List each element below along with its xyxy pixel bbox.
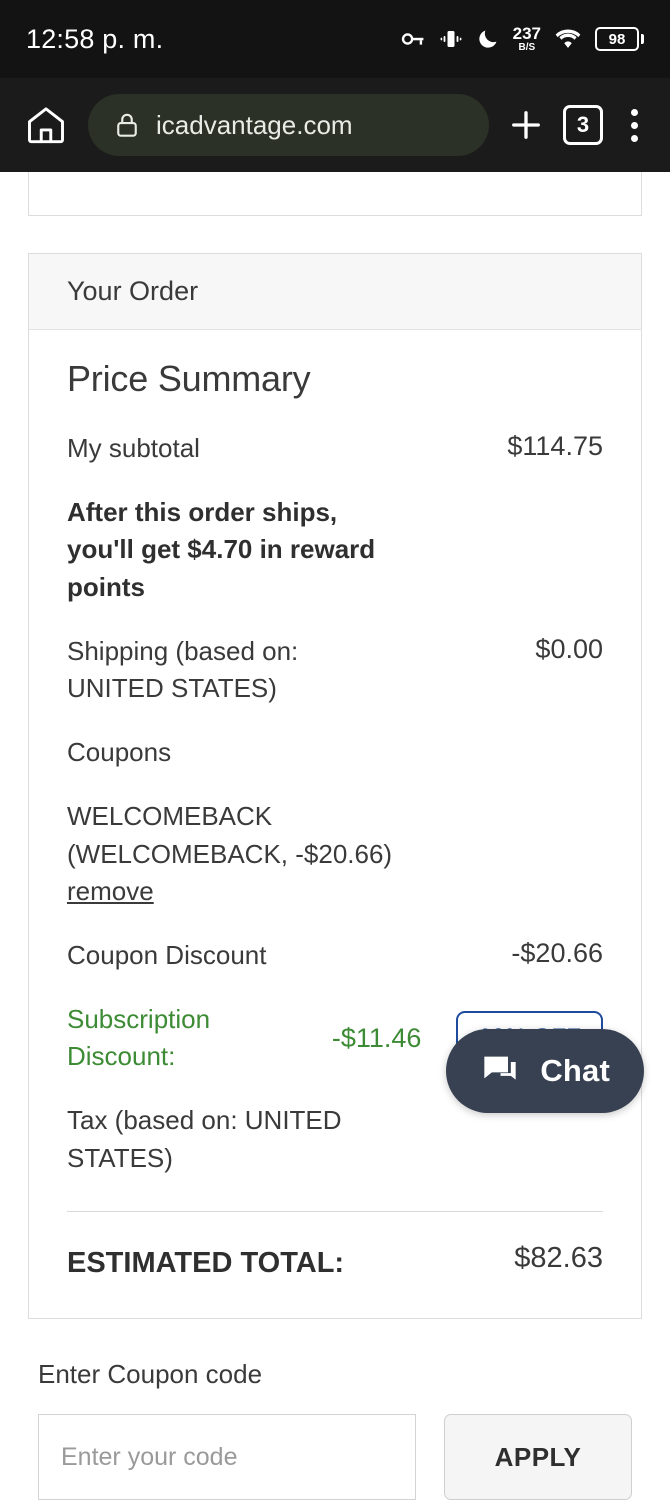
price-summary-heading: Price Summary [67,358,311,399]
subscription-discount-value: -$11.46 [331,1022,422,1053]
estimated-total-row: ESTIMATED TOTAL: $82.63 [67,1242,603,1284]
shipping-value: $0.00 [535,633,603,664]
browser-toolbar: icadvantage.com 3 [0,78,670,172]
coupon-discount-row: Coupon Discount -$20.66 [67,937,603,975]
address-bar[interactable]: icadvantage.com [88,94,489,156]
subtotal-row: My subtotal $114.75 [67,430,603,468]
network-speed-unit: B/S [518,42,536,53]
total-divider [67,1211,603,1213]
status-bar-icons: 237 B/S 98 [400,25,644,53]
previous-card-stub [28,172,642,216]
order-card-body: Price Summary My subtotal $114.75 After … [29,330,641,1318]
chat-widget-label: Chat [540,1053,610,1088]
coupon-entry-heading: Enter Coupon code [38,1359,263,1390]
coupon-discount-label: Coupon Discount [67,939,267,970]
chat-icon [484,1056,516,1080]
plus-icon [512,111,540,139]
url-text: icadvantage.com [156,109,353,140]
do-not-disturb-icon [476,27,500,51]
subtotal-value: $114.75 [507,431,603,461]
home-icon [28,107,64,144]
browser-menu-button[interactable] [619,105,650,146]
page-content: Your Order Price Summary My subtotal $11… [0,172,670,1500]
estimated-total-value: $82.63 [514,1242,603,1275]
applied-coupon-detail: WELCOMEBACK (WELCOMEBACK, -$20.66) remov… [67,798,407,911]
coupons-row: Coupons [67,734,603,772]
kebab-dot [631,108,638,116]
wifi-icon [554,28,582,50]
home-button[interactable] [20,103,72,147]
coupon-code-input[interactable] [38,1414,416,1500]
new-tab-button[interactable] [505,104,547,146]
shipping-label: Shipping (based on: UNITED STATES) [67,635,299,704]
apply-coupon-button[interactable]: APPLY [444,1414,632,1500]
network-speed-indicator: 237 B/S [513,25,541,53]
lock-icon [117,113,137,137]
vibrate-icon [439,27,463,51]
battery-icon: 98 [595,27,644,51]
tax-row: Tax (based on: UNITED STATES) [67,1102,603,1177]
status-bar-clock: 12:58 p. m. [26,23,164,54]
order-card-header: Your Order [29,254,641,330]
applied-coupon-text: WELCOMEBACK (WELCOMEBACK, -$20.66) [67,800,393,869]
subscription-discount-label: Subscription Discount: [67,1003,211,1072]
tax-label: Tax (based on: UNITED STATES) [67,1104,342,1173]
remove-coupon-link[interactable]: remove [67,876,154,906]
reward-points-note: After this order ships, you'll get $4.70… [67,496,376,603]
coupon-entry-controls: APPLY [38,1414,632,1500]
status-bar: 12:58 p. m. 237 B/S 98 [0,0,670,78]
network-speed-value: 237 [512,24,541,43]
coupon-entry-section: Enter Coupon code APPLY [38,1359,632,1500]
kebab-dot [631,121,638,129]
order-card-title: Your Order [67,276,199,306]
vpn-key-icon [400,26,426,52]
tab-count: 3 [563,105,603,145]
chat-widget-button[interactable]: Chat [446,1029,644,1113]
coupons-label: Coupons [67,737,172,768]
order-summary-card: Your Order Price Summary My subtotal $11… [28,253,642,1320]
kebab-dot [631,134,638,142]
coupon-discount-value: -$20.66 [511,937,603,968]
battery-percent: 98 [608,30,626,48]
tab-switcher-button[interactable]: 3 [563,105,603,145]
shipping-row: Shipping (based on: UNITED STATES) $0.00 [67,633,603,708]
subtotal-label: My subtotal [67,433,200,463]
estimated-total-label: ESTIMATED TOTAL: [67,1247,345,1280]
